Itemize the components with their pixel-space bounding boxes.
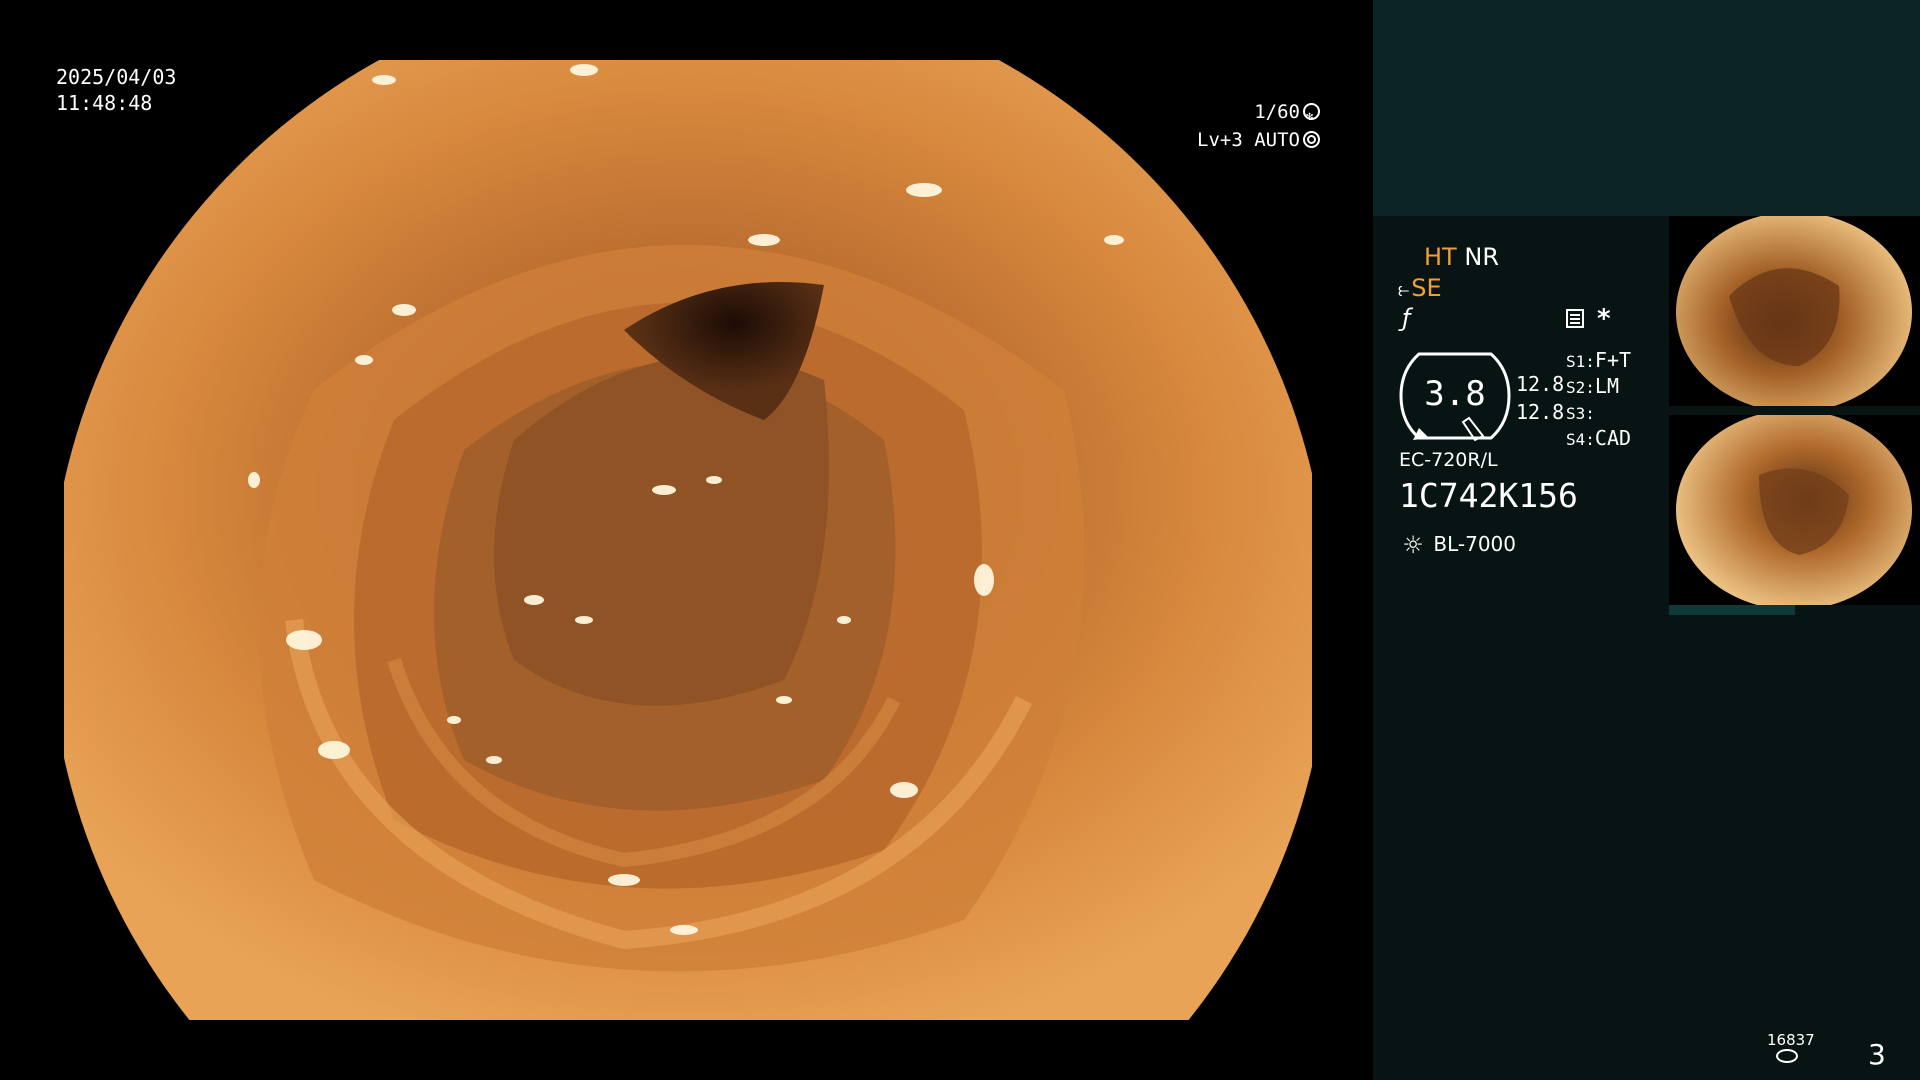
light-icon: ☼ [1402, 531, 1424, 559]
thumbnail-2[interactable] [1669, 415, 1920, 605]
shutter-speed: 1/60 [1254, 101, 1300, 123]
light-source: ☼ BL-7000 [1399, 531, 1516, 559]
se-label: SE [1411, 274, 1442, 302]
se-indicator: ⥼SE [1398, 274, 1442, 302]
slot-3: S3: [1566, 404, 1595, 423]
panel-header [1373, 0, 1920, 216]
thumbnail-image-2 [1676, 415, 1912, 605]
slot-1: S1:F+T [1566, 348, 1632, 372]
light-source-label: BL-7000 [1433, 532, 1516, 556]
colon-lumen-image [64, 60, 1312, 1020]
menu-icon [1566, 309, 1584, 328]
storage-icon [1776, 1049, 1798, 1063]
page-number: 3 [1868, 1038, 1886, 1071]
slot-2: S2:LM [1566, 374, 1619, 398]
freeze-icon: ƒ [1402, 304, 1411, 332]
ht-nr-indicator: HT NR [1424, 243, 1499, 271]
thumbnail-image-1 [1676, 216, 1912, 406]
nr-label: NR [1464, 243, 1499, 271]
scope-serial: 1C742K156 [1399, 476, 1578, 515]
scope-model: EC-720R/L [1399, 449, 1498, 471]
slot-4: S4:CAD [1566, 426, 1632, 450]
ratio-readout: 12.8 12.8 [1516, 370, 1564, 426]
structure-enhance-icon: ⥼ [1398, 277, 1410, 301]
date-text: 2025/04/03 [56, 65, 177, 89]
ratio-top: 12.8 [1516, 372, 1565, 396]
switch-assignments: S1:F+T S2:LM S3: S4:CAD [1566, 348, 1631, 452]
endoscope-view [64, 60, 1312, 1020]
aperture-icon [1303, 131, 1320, 148]
thumbnail-1[interactable] [1669, 216, 1920, 406]
exposure-level: Lv+3 AUTO [1197, 129, 1300, 151]
image-counter: 16837 [1767, 1031, 1815, 1049]
ht-label: HT [1424, 243, 1457, 271]
gauge-value: 3.8 [1424, 374, 1486, 414]
time-text: 11:48:48 [56, 91, 153, 115]
asterisk-icon: * [1597, 304, 1611, 334]
exposure-readout: 1/60 Lv+3 AUTO [1197, 98, 1320, 154]
ratio-bottom: 12.8 [1516, 400, 1565, 424]
shutter-icon [1303, 102, 1320, 130]
thumbnail-progress-bar [1669, 605, 1795, 615]
timestamp: 2025/04/03 11:48:48 [56, 64, 176, 116]
